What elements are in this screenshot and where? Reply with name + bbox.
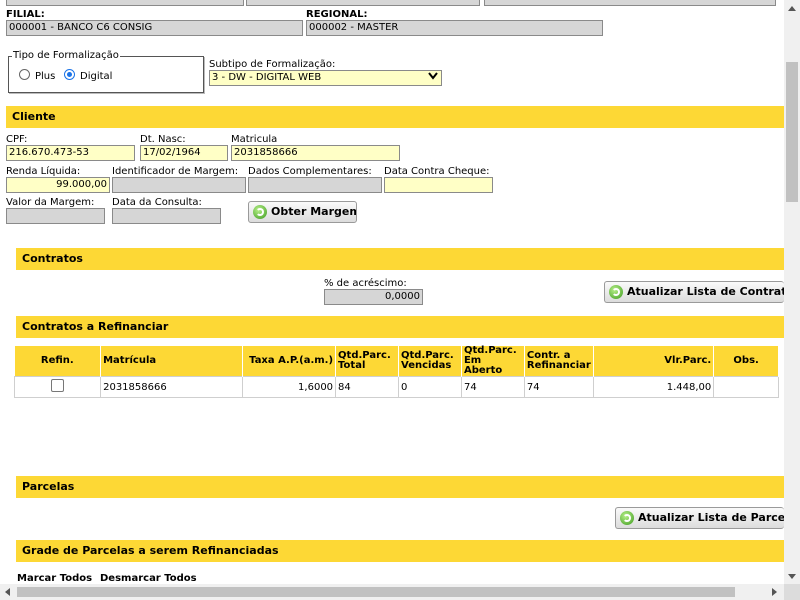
- refresh-icon: [253, 205, 267, 219]
- nasc-label: Dt. Nasc:: [140, 134, 186, 145]
- matricula-label: Matricula: [231, 134, 278, 145]
- col-obs: Obs.: [713, 346, 779, 377]
- cell-vlr: 1.448,00: [592, 376, 715, 398]
- cell-contr: 74: [523, 376, 594, 398]
- renda-label: Renda Líquida:: [6, 166, 81, 177]
- col-vlr-parc: Vlr.Parc.: [593, 346, 715, 377]
- nasc-field[interactable]: 17/02/1964: [140, 145, 228, 161]
- col-qtd-aberto: Qtd.Parc. Em Aberto: [461, 346, 525, 377]
- subtipo-value: 3 - DW - DIGITAL WEB: [212, 72, 322, 83]
- refinanciar-section-bar: Contratos a Refinanciar: [16, 316, 784, 338]
- atualizar-parcelas-label: Atualizar Lista de Parcelas: [638, 511, 784, 524]
- chevron-down-icon: [428, 71, 438, 85]
- matricula-field[interactable]: 2031858666: [231, 145, 400, 161]
- cpf-field[interactable]: 216.670.473-53: [6, 145, 135, 161]
- parcelas-section-bar: Parcelas: [16, 476, 784, 498]
- obter-margem-button[interactable]: Obter Margem: [248, 201, 357, 223]
- data-cheque-label: Data Contra Cheque:: [384, 166, 490, 177]
- radio-plus-label: Plus: [35, 71, 56, 82]
- valor-margem-label: Valor da Margem:: [6, 197, 95, 208]
- atualizar-contratos-button[interactable]: Atualizar Lista de Contratos: [604, 281, 784, 303]
- col-taxa: Taxa A.P.(a.m.): [242, 346, 337, 377]
- ident-margem-label: Identificador de Margem:: [112, 166, 239, 177]
- data-consulta-label: Data da Consulta:: [112, 197, 202, 208]
- contratos-section-bar: Contratos: [16, 248, 784, 270]
- obter-margem-label: Obter Margem: [271, 205, 357, 218]
- scroll-down-icon[interactable]: [788, 572, 796, 583]
- desmarcar-todos-link[interactable]: Desmarcar Todos: [100, 573, 197, 584]
- radio-digital[interactable]: [64, 69, 75, 80]
- cell-taxa: 1,6000: [242, 376, 337, 398]
- col-matricula: Matrícula: [100, 346, 244, 377]
- subtipo-select[interactable]: 3 - DW - DIGITAL WEB: [209, 70, 442, 86]
- col-qtd-vencidas: Qtd.Parc. Vencidas: [398, 346, 462, 377]
- radio-digital-label: Digital: [80, 71, 113, 82]
- dados-comp-label: Dados Complementares:: [248, 166, 372, 177]
- formalizacao-legend: Tipo de Formalização: [12, 50, 120, 61]
- top-field-1: [6, 0, 244, 6]
- atualizar-contratos-label: Atualizar Lista de Contratos: [627, 285, 784, 298]
- subtipo-label: Subtipo de Formalização:: [209, 59, 336, 70]
- scrollbar-corner: [784, 584, 800, 600]
- cell-aberto: 74: [460, 376, 525, 398]
- col-qtd-total: Qtd.Parc. Total: [335, 346, 399, 377]
- cell-total: 84: [335, 376, 399, 398]
- refinanciar-table: Refin. Matrícula Taxa A.P.(a.m.) Qtd.Par…: [13, 346, 779, 398]
- valor-margem-field: [6, 208, 105, 224]
- cell-vencidas: 0: [398, 376, 462, 398]
- marcar-todos-link[interactable]: Marcar Todos: [17, 573, 92, 584]
- scroll-right-icon[interactable]: [772, 588, 778, 599]
- top-field-2: [246, 0, 480, 6]
- col-contr-refinanciar: Contr. a Refinanciar: [524, 346, 594, 377]
- refin-checkbox[interactable]: [51, 379, 65, 392]
- acrescimo-label: % de acréscimo:: [324, 278, 407, 289]
- col-refin: Refin.: [14, 346, 102, 377]
- atualizar-parcelas-button[interactable]: Atualizar Lista de Parcelas: [615, 507, 784, 529]
- renda-field[interactable]: 99.000,00: [6, 177, 110, 193]
- refresh-icon: [609, 285, 623, 299]
- acrescimo-field: 0,0000: [324, 289, 423, 305]
- cell-obs: [713, 376, 779, 398]
- scroll-left-icon[interactable]: [4, 588, 10, 599]
- regional-label: REGIONAL:: [306, 9, 368, 20]
- scroll-up-icon[interactable]: [788, 3, 796, 14]
- vertical-scroll-thumb[interactable]: [786, 62, 798, 202]
- cpf-label: CPF:: [6, 134, 28, 145]
- cliente-section-bar: Cliente: [6, 106, 784, 128]
- cell-matricula: 2031858666: [100, 376, 244, 398]
- grade-section-bar: Grade de Parcelas a serem Refinanciadas: [16, 540, 784, 562]
- table-row: 2031858666 1,6000 84 0 74 74 1.448,00: [13, 376, 779, 398]
- horizontal-scrollbar[interactable]: [0, 584, 784, 600]
- filial-label: FILIAL:: [6, 9, 45, 20]
- ident-margem-field: [112, 177, 246, 193]
- radio-plus[interactable]: [19, 69, 30, 80]
- dados-comp-field: [248, 177, 382, 193]
- filial-field: 000001 - BANCO C6 CONSIG: [6, 20, 303, 36]
- refresh-icon: [620, 511, 634, 525]
- horizontal-scroll-thumb[interactable]: [17, 587, 735, 597]
- data-consulta-field: [112, 208, 221, 224]
- top-field-3: [484, 0, 776, 6]
- data-cheque-field[interactable]: [384, 177, 493, 193]
- regional-field: 000002 - MASTER: [306, 20, 603, 36]
- vertical-scrollbar[interactable]: [784, 0, 800, 584]
